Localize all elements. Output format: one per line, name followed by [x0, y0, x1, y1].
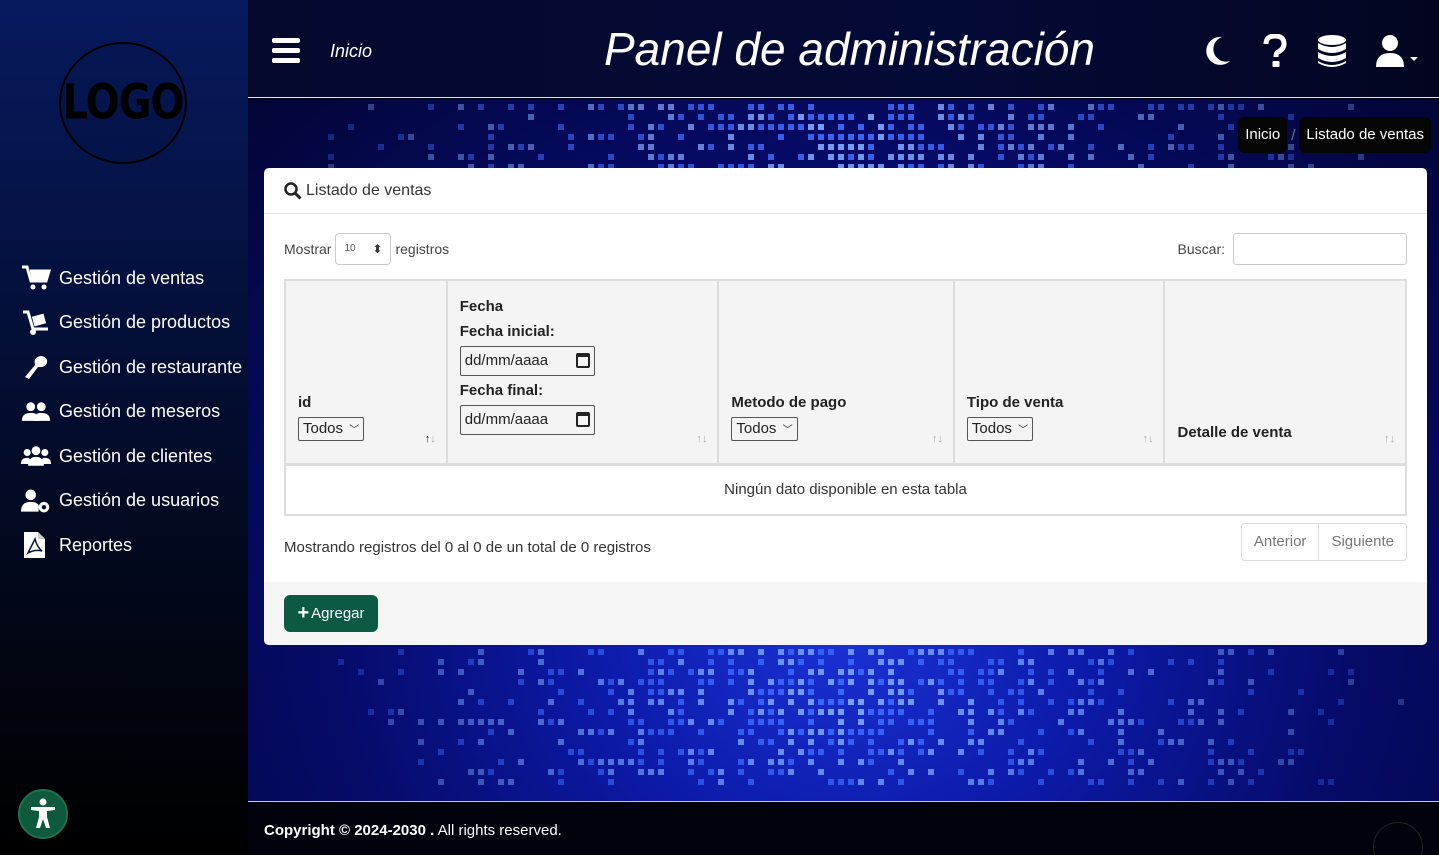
column-label: Metodo de pago: [731, 393, 847, 411]
card-title: Listado de ventas: [306, 181, 432, 199]
table-info: Mostrando registros del 0 al 0 de un tot…: [284, 539, 651, 556]
sidebar-item-label: Gestión de clientes: [59, 445, 213, 466]
card-footer: + Agregar: [264, 582, 1427, 645]
page-length-select[interactable]: 10: [335, 233, 392, 265]
question-icon[interactable]: [1261, 33, 1289, 69]
moon-icon[interactable]: [1200, 33, 1234, 69]
sidebar-item-meseros[interactable]: Gestión de meseros: [0, 390, 248, 435]
sort-icon: ↑↓: [931, 432, 943, 445]
column-label: Detalle de venta: [1177, 423, 1292, 441]
sidebar-item-clientes[interactable]: Gestión de clientes: [0, 434, 248, 479]
column-label: Tipo de venta: [966, 393, 1064, 411]
breadcrumb-separator: /: [1291, 126, 1296, 144]
logo-text: LOGO: [62, 75, 185, 131]
hamburger-menu-icon[interactable]: [272, 38, 300, 64]
logo[interactable]: LOGO: [59, 42, 187, 164]
sidebar-nav: Gestión de ventas Gestión de productos G…: [0, 256, 248, 568]
home-link[interactable]: Inicio: [330, 41, 372, 62]
column-label: id: [298, 393, 312, 411]
sidebar-item-label: Reportes: [59, 534, 133, 555]
page-length-control: Mostrar 10 registros: [284, 233, 449, 265]
breadcrumb-home[interactable]: Inicio: [1238, 117, 1288, 153]
column-id[interactable]: id Todos ﹀ ↑↓: [284, 279, 448, 466]
page-title: Panel de administración: [604, 23, 1095, 75]
id-filter-select[interactable]: Todos ﹀: [298, 416, 365, 441]
sidebar-item-usuarios[interactable]: Gestión de usuarios: [0, 479, 248, 524]
sidebar-item-label: Gestión de meseros: [59, 401, 221, 422]
plus-icon: +: [297, 602, 310, 624]
user-menu-icon[interactable]: [1376, 33, 1420, 69]
card-header: Listado de ventas: [264, 168, 1427, 214]
pagination: Anterior Siguiente: [1240, 523, 1407, 561]
start-date-label: Fecha inicial:: [459, 322, 555, 340]
user-gear-icon: [21, 489, 50, 513]
column-label: Fecha: [459, 297, 504, 315]
sales-table: id Todos ﹀ ↑↓ Fecha Fecha inicial: dd/mm…: [284, 279, 1407, 516]
column-metodo-pago[interactable]: Metodo de pago Todos ﹀ ↑↓: [717, 279, 955, 466]
payment-method-filter-select[interactable]: Todos ﹀: [731, 416, 798, 441]
sort-icon: ↑↓: [696, 432, 708, 445]
main-content: Inicio / Listado de ventas Listado de ve…: [248, 99, 1439, 801]
users-icon: [21, 402, 51, 421]
cart-icon: [22, 265, 51, 290]
end-date-label: Fecha final:: [459, 381, 544, 399]
show-label: Mostrar: [284, 241, 332, 257]
table-controls: Mostrar 10 registros Buscar:: [284, 233, 1407, 267]
search-input[interactable]: [1233, 233, 1407, 265]
sort-icon: ↑↓: [1384, 432, 1395, 445]
sales-card: Listado de ventas Mostrar 10 registros B…: [264, 168, 1427, 645]
search-control: Buscar:: [1178, 233, 1407, 265]
table-row: Ningún dato disponible en esta tabla: [284, 463, 1407, 516]
sidebar-item-label: Gestión de restaurante: [59, 356, 243, 377]
page-footer: Copyright © 2024-2030 . All rights reser…: [248, 801, 1439, 855]
add-button[interactable]: + Agregar: [284, 595, 378, 632]
records-label: registros: [395, 241, 450, 257]
search-icon: [284, 181, 302, 200]
next-page-button[interactable]: Siguiente: [1318, 524, 1406, 560]
users-group-icon: [21, 446, 51, 466]
copyright: Copyright © 2024-2030 . All rights reser…: [264, 822, 562, 839]
column-tipo-venta[interactable]: Tipo de venta Todos ﹀ ↑↓: [952, 279, 1166, 466]
accessibility-icon: [31, 798, 55, 828]
calendar-icon[interactable]: [575, 411, 590, 427]
sidebar: LOGO Gestión de ventas Gestión de produc…: [0, 0, 248, 855]
breadcrumb: Inicio / Listado de ventas: [1238, 117, 1431, 153]
sidebar-item-restaurante[interactable]: Gestión de restaurante: [0, 345, 248, 390]
add-button-label: Agregar: [311, 605, 365, 622]
pdf-file-icon: [24, 532, 45, 559]
sidebar-item-label: Gestión de productos: [59, 312, 231, 333]
start-date-input[interactable]: dd/mm/aaaa: [459, 345, 595, 376]
top-header: Inicio Panel de administración: [248, 0, 1439, 98]
previous-page-button[interactable]: Anterior: [1241, 524, 1319, 560]
sidebar-item-reportes[interactable]: Reportes: [0, 523, 248, 568]
database-icon[interactable]: [1316, 33, 1348, 69]
column-detalle-venta[interactable]: Detalle de venta ↑↓: [1163, 279, 1407, 466]
sort-icon: ↑↓: [424, 432, 436, 445]
empty-table-message: Ningún dato disponible en esta tabla: [284, 463, 1407, 516]
end-date-input[interactable]: dd/mm/aaaa: [459, 404, 595, 435]
column-fecha[interactable]: Fecha Fecha inicial: dd/mm/aaaa Fecha fi…: [445, 279, 720, 466]
dolly-icon: [23, 310, 48, 335]
restaurant-icon: [25, 356, 48, 380]
sale-type-filter-select[interactable]: Todos ﹀: [966, 416, 1034, 441]
scroll-top-circle[interactable]: [1373, 822, 1423, 855]
search-label: Buscar:: [1177, 241, 1225, 257]
calendar-icon[interactable]: [575, 352, 590, 368]
breadcrumb-current: Listado de ventas: [1299, 117, 1431, 153]
sidebar-item-productos[interactable]: Gestión de productos: [0, 301, 248, 346]
sidebar-item-ventas[interactable]: Gestión de ventas: [0, 256, 248, 301]
accessibility-button[interactable]: [18, 789, 68, 839]
sort-icon: ↑↓: [1142, 432, 1154, 445]
sidebar-item-label: Gestión de ventas: [59, 267, 205, 288]
sidebar-item-label: Gestión de usuarios: [59, 490, 220, 511]
